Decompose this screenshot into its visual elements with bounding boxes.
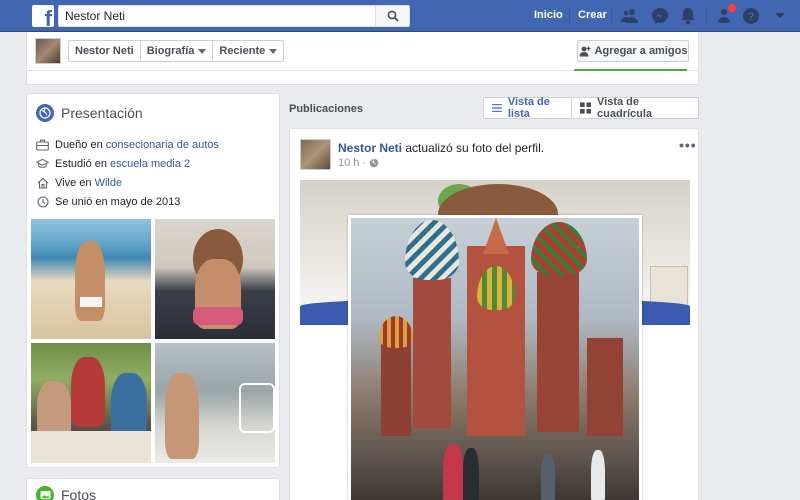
search-box	[58, 5, 410, 27]
list-view-button[interactable]: Vista de lista	[484, 96, 572, 120]
add-friend-button[interactable]: Agregar a amigos	[577, 40, 689, 62]
grid-view-label: Vista de cuadrícula	[597, 96, 653, 120]
add-friend-label: Agregar a amigos	[594, 45, 688, 57]
top-navigation-bar: f Inicio Crear ?	[0, 0, 800, 32]
intro-item-work: Dueño en consecionaria de autos	[36, 138, 219, 151]
graduation-cap-icon	[36, 157, 49, 170]
photos-header: Fotos	[36, 486, 96, 500]
search-input[interactable]	[59, 6, 377, 26]
clock-icon	[36, 195, 49, 208]
tab-profile-name[interactable]: Nestor Neti	[69, 41, 141, 61]
grid-view-button[interactable]: Vista de cuadrícula	[572, 96, 698, 120]
search-icon	[387, 10, 399, 22]
nav-separator	[706, 9, 707, 23]
list-icon	[492, 104, 502, 112]
intro-item-text: Estudió en	[55, 157, 111, 170]
post-action-text: actualizó su foto del perfil.	[402, 141, 545, 155]
intro-item-residence: Vive en Wilde	[36, 176, 122, 189]
account-menu-chevron-down-icon[interactable]	[770, 6, 790, 26]
facebook-logo[interactable]: f	[32, 5, 54, 27]
caret-down-icon	[269, 48, 278, 54]
intro-item-text: Dueño en	[55, 138, 106, 151]
post-meta: 10 h ·	[338, 157, 379, 169]
photos-title[interactable]: Fotos	[61, 487, 96, 500]
search-button[interactable]	[375, 6, 409, 26]
nav-home-link[interactable]: Inicio	[534, 9, 563, 21]
school-link[interactable]: escuela media 2	[110, 158, 190, 170]
messenger-icon[interactable]	[650, 6, 670, 26]
briefcase-icon	[36, 138, 49, 151]
public-globe-icon[interactable]	[369, 158, 379, 168]
post-author-avatar[interactable]	[300, 139, 331, 170]
intro-item-text: Se unió en mayo de 2013	[55, 195, 181, 208]
tab-recent[interactable]: Reciente	[213, 41, 283, 61]
profile-thumbnail[interactable]	[35, 38, 61, 64]
tab-biography[interactable]: Biografía	[141, 41, 214, 61]
tab-label: Reciente	[219, 45, 266, 57]
intro-item-joined: Se unió en mayo de 2013	[36, 195, 180, 208]
friend-requests-icon[interactable]	[620, 6, 640, 26]
feed-post: Nestor Neti actualizó su foto del perfil…	[289, 128, 699, 500]
nav-separator	[611, 9, 612, 23]
help-question-icon[interactable]: ?	[741, 6, 761, 26]
tab-label: Nestor Neti	[75, 45, 134, 57]
intro-header: Presentación	[36, 104, 143, 122]
photos-card: Fotos	[26, 478, 280, 500]
featured-photo-4[interactable]	[154, 342, 276, 464]
add-friend-icon	[579, 46, 591, 56]
view-toggle: Vista de lista Vista de cuadrícula	[483, 96, 699, 120]
caret-down-icon	[198, 48, 207, 54]
grid-icon	[579, 102, 592, 114]
profile-navigation-bar: Nestor Neti Biografía Reciente Agregar a…	[26, 32, 699, 85]
intro-item-education: Estudió en escuela media 2	[36, 157, 190, 170]
list-view-label: Vista de lista	[507, 96, 550, 120]
post-author-link[interactable]: Nestor Neti	[338, 141, 402, 155]
post-options-more-icon[interactable]: •••	[679, 137, 697, 153]
notifications-bell-icon[interactable]	[678, 6, 698, 26]
nav-separator	[569, 9, 570, 23]
nav-create-link[interactable]: Crear	[578, 9, 607, 21]
meta-separator: ·	[362, 157, 367, 169]
notification-badge	[728, 4, 736, 12]
tab-label: Biografía	[146, 45, 195, 57]
intro-item-text: Vive en	[55, 176, 95, 189]
post-header-text: Nestor Neti actualizó su foto del perfil…	[338, 141, 544, 155]
photos-icon	[36, 486, 54, 500]
intro-title: Presentación	[61, 105, 143, 121]
intro-card: Presentación Dueño en consecionaria de a…	[26, 93, 280, 468]
svg-text:?: ?	[748, 11, 755, 23]
active-indicator	[574, 69, 687, 71]
globe-icon	[36, 104, 54, 122]
featured-photo-2[interactable]	[154, 218, 276, 340]
post-timestamp[interactable]: 10 h	[338, 157, 359, 169]
featured-photo-1[interactable]	[30, 218, 152, 340]
work-place-link[interactable]: consecionaria de autos	[106, 139, 219, 151]
featured-photo-3[interactable]	[30, 342, 152, 464]
profile-tabs: Nestor Neti Biografía Reciente	[68, 40, 285, 62]
publications-heading: Publicaciones	[289, 103, 363, 115]
profile-photo-image[interactable]	[348, 215, 642, 500]
city-link[interactable]: Wilde	[95, 177, 123, 189]
home-icon	[36, 176, 49, 189]
